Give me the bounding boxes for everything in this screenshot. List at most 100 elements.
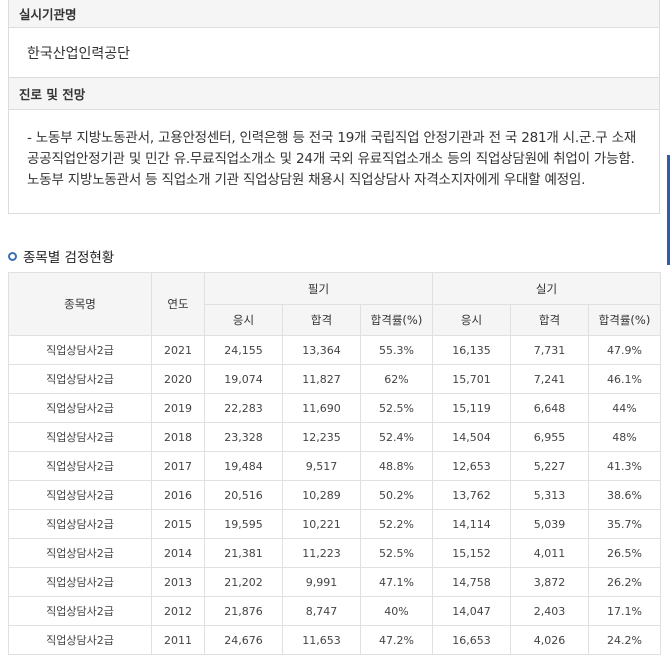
stats-title-label: 종목별 검정현황 [23,250,115,266]
cell-name: 직업상담사2급 [8,393,152,423]
cell-written-passed: 10,289 [282,480,361,510]
career-text: - 노동부 지방노동관서, 고용안정센터, 인력은행 등 전국 19개 국립직업… [8,110,660,214]
cell-practical-applicants: 13,762 [432,480,511,510]
col-header-name: 종목명 [8,272,152,336]
cell-practical-applicants: 15,152 [432,538,511,568]
cell-written-passed: 11,223 [282,538,361,568]
table-row: 직업상담사2급 2012 21,876 8,747 40% 14,047 2,403 17.1… [8,596,661,626]
career-heading: 진로 및 전망 [8,78,660,110]
cell-written-applicants: 24,676 [204,625,283,655]
table-row: 직업상담사2급 2020 19,074 11,827 62% 15,701 7,241 46.… [8,364,661,394]
table-row: 직업상담사2급 2013 21,202 9,991 47.1% 14,758 3,872 26… [8,567,661,597]
cell-written-passed: 9,517 [282,451,361,481]
cell-written-rate: 62% [360,364,433,394]
cell-practical-rate: 46.1% [588,364,661,394]
cell-practical-passed: 5,227 [510,451,589,481]
cell-written-passed: 13,364 [282,335,361,365]
cell-practical-applicants: 12,653 [432,451,511,481]
info-panel: 실시기관명 한국산업인력공단 진로 및 전망 - 노동부 지방노동관서, 고용안… [8,0,660,214]
cell-year: 2021 [151,335,205,365]
cell-year: 2017 [151,451,205,481]
cell-name: 직업상담사2급 [8,422,152,452]
cell-name: 직업상담사2급 [8,538,152,568]
cell-practical-rate: 24.2% [588,625,661,655]
table-row: 직업상담사2급 2016 20,516 10,289 50.2% 13,762 5,313 3… [8,480,661,510]
col-header-written-passed: 합격 [282,304,361,336]
cell-practical-passed: 3,872 [510,567,589,597]
stats-table-body: 직업상담사2급 2021 24,155 13,364 55.3% 16,135 7,731 4… [8,335,661,655]
cell-written-applicants: 21,202 [204,567,283,597]
cell-year: 2019 [151,393,205,423]
col-header-practical: 실기 [432,272,661,305]
cell-practical-applicants: 15,119 [432,393,511,423]
cell-practical-applicants: 16,135 [432,335,511,365]
cell-written-applicants: 21,381 [204,538,283,568]
cell-practical-applicants: 16,653 [432,625,511,655]
cell-name: 직업상담사2급 [8,335,152,365]
cell-name: 직업상담사2급 [8,364,152,394]
cell-written-rate: 52.5% [360,393,433,423]
cell-practical-passed: 4,026 [510,625,589,655]
cell-written-rate: 47.1% [360,567,433,597]
cell-practical-passed: 2,403 [510,596,589,626]
cell-written-rate: 40% [360,596,433,626]
table-row: 직업상담사2급 2021 24,155 13,364 55.3% 16,135 7,731 4… [8,335,661,365]
cell-name: 직업상담사2급 [8,567,152,597]
col-header-written-applicants: 응시 [204,304,283,336]
cell-written-applicants: 19,074 [204,364,283,394]
cell-year: 2018 [151,422,205,452]
cell-written-applicants: 20,516 [204,480,283,510]
cell-written-applicants: 24,155 [204,335,283,365]
cell-written-rate: 52.5% [360,538,433,568]
cell-name: 직업상담사2급 [8,596,152,626]
cell-practical-rate: 26.2% [588,567,661,597]
cell-practical-passed: 7,731 [510,335,589,365]
cell-written-passed: 11,690 [282,393,361,423]
cell-written-passed: 8,747 [282,596,361,626]
cell-written-passed: 10,221 [282,509,361,539]
cell-written-applicants: 19,484 [204,451,283,481]
table-row: 직업상담사2급 2018 23,328 12,235 52.4% 14,504 6,955 4… [8,422,661,452]
cell-practical-passed: 4,011 [510,538,589,568]
cell-year: 2011 [151,625,205,655]
cell-written-rate: 47.2% [360,625,433,655]
cell-practical-applicants: 14,114 [432,509,511,539]
cell-practical-passed: 6,648 [510,393,589,423]
cell-practical-passed: 5,039 [510,509,589,539]
col-header-year: 연도 [151,272,205,336]
cell-name: 직업상담사2급 [8,509,152,539]
cell-practical-applicants: 14,047 [432,596,511,626]
cell-practical-passed: 6,955 [510,422,589,452]
cell-practical-rate: 44% [588,393,661,423]
table-row: 직업상담사2급 2011 24,676 11,653 47.2% 16,653 4,026 2… [8,625,661,655]
stats-table: 종목명 연도 필기 실기 응시 합격 합격률(%) 응시 합격 합격률(%) 직… [8,272,661,655]
stats-title: 종목별 검정현황 [8,246,114,266]
col-header-practical-passed: 합격 [510,304,589,336]
table-row: 직업상담사2급 2014 21,381 11,223 52.5% 15,152 4,011 2… [8,538,661,568]
cell-name: 직업상담사2급 [8,451,152,481]
cell-practical-rate: 41.3% [588,451,661,481]
cell-written-passed: 11,653 [282,625,361,655]
cell-year: 2012 [151,596,205,626]
cell-practical-rate: 47.9% [588,335,661,365]
cell-year: 2016 [151,480,205,510]
table-row: 직업상담사2급 2017 19,484 9,517 48.8% 12,653 5,227 41… [8,451,661,481]
cell-written-passed: 12,235 [282,422,361,452]
cell-practical-passed: 7,241 [510,364,589,394]
cell-year: 2015 [151,509,205,539]
org-heading: 실시기관명 [8,0,660,28]
cell-year: 2020 [151,364,205,394]
col-header-written: 필기 [204,272,433,305]
cell-written-applicants: 19,595 [204,509,283,539]
cell-name: 직업상담사2급 [8,480,152,510]
cell-practical-passed: 5,313 [510,480,589,510]
table-row: 직업상담사2급 2015 19,595 10,221 52.2% 14,114 5,039 3… [8,509,661,539]
cell-practical-applicants: 14,758 [432,567,511,597]
cell-written-rate: 52.2% [360,509,433,539]
cell-written-rate: 50.2% [360,480,433,510]
cell-year: 2014 [151,538,205,568]
table-row: 직업상담사2급 2019 22,283 11,690 52.5% 15,119 6,648 4… [8,393,661,423]
cell-written-applicants: 21,876 [204,596,283,626]
cell-practical-applicants: 14,504 [432,422,511,452]
cell-written-rate: 48.8% [360,451,433,481]
